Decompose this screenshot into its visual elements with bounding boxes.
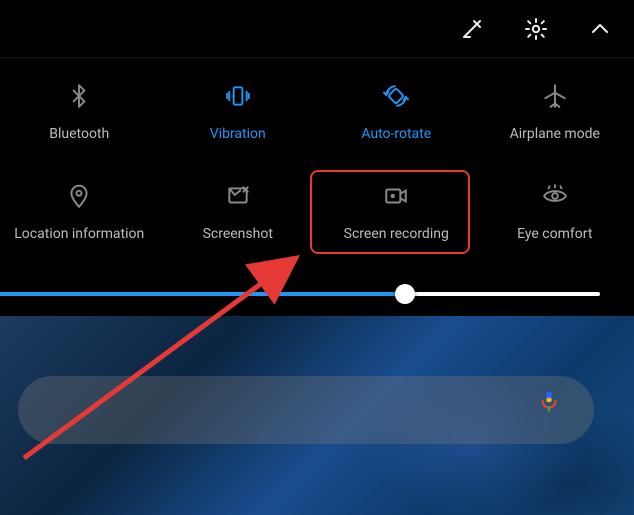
location-icon (61, 178, 97, 214)
tile-location[interactable]: Location information (0, 178, 159, 242)
screenshot-icon (220, 178, 256, 214)
quick-settings-grid: Bluetooth Vibration Auto-rotate Airplane… (0, 78, 634, 242)
tile-label: Auto-rotate (361, 126, 431, 142)
pencil-icon (460, 17, 484, 41)
brightness-slider[interactable] (0, 282, 614, 306)
gear-icon (524, 17, 548, 41)
tile-label: Screenshot (203, 226, 273, 242)
slider-thumb[interactable] (395, 284, 415, 304)
panel-header (0, 0, 634, 58)
tile-eye-comfort[interactable]: Eye comfort (476, 178, 634, 242)
autorotate-icon (378, 78, 414, 114)
tile-bluetooth[interactable]: Bluetooth (0, 78, 159, 142)
tile-label: Eye comfort (517, 226, 592, 242)
tile-autorotate[interactable]: Auto-rotate (317, 78, 476, 142)
eye-icon (537, 178, 573, 214)
screen-recording-icon (378, 178, 414, 214)
voice-search-button[interactable] (536, 388, 580, 432)
tile-screen-recording[interactable]: Screen recording (317, 178, 476, 242)
tile-screenshot[interactable]: Screenshot (159, 178, 318, 242)
bluetooth-icon (61, 78, 97, 114)
tile-label: Screen recording (344, 226, 449, 242)
tile-label: Bluetooth (49, 126, 109, 142)
chevron-up-icon (588, 17, 612, 41)
tile-airplane[interactable]: Airplane mode (476, 78, 634, 142)
quick-settings-panel: Bluetooth Vibration Auto-rotate Airplane… (0, 0, 634, 515)
tile-label: Airplane mode (510, 126, 600, 142)
tile-label: Vibration (210, 126, 266, 142)
slider-track-fill (0, 292, 405, 296)
expand-button[interactable] (580, 9, 620, 49)
tile-label: Location information (14, 226, 144, 242)
microphone-icon (536, 388, 562, 414)
edit-button[interactable] (452, 9, 492, 49)
settings-button[interactable] (516, 9, 556, 49)
airplane-icon (537, 78, 573, 114)
tile-vibration[interactable]: Vibration (159, 78, 318, 142)
search-bar[interactable] (18, 376, 594, 444)
vibration-icon (220, 78, 256, 114)
